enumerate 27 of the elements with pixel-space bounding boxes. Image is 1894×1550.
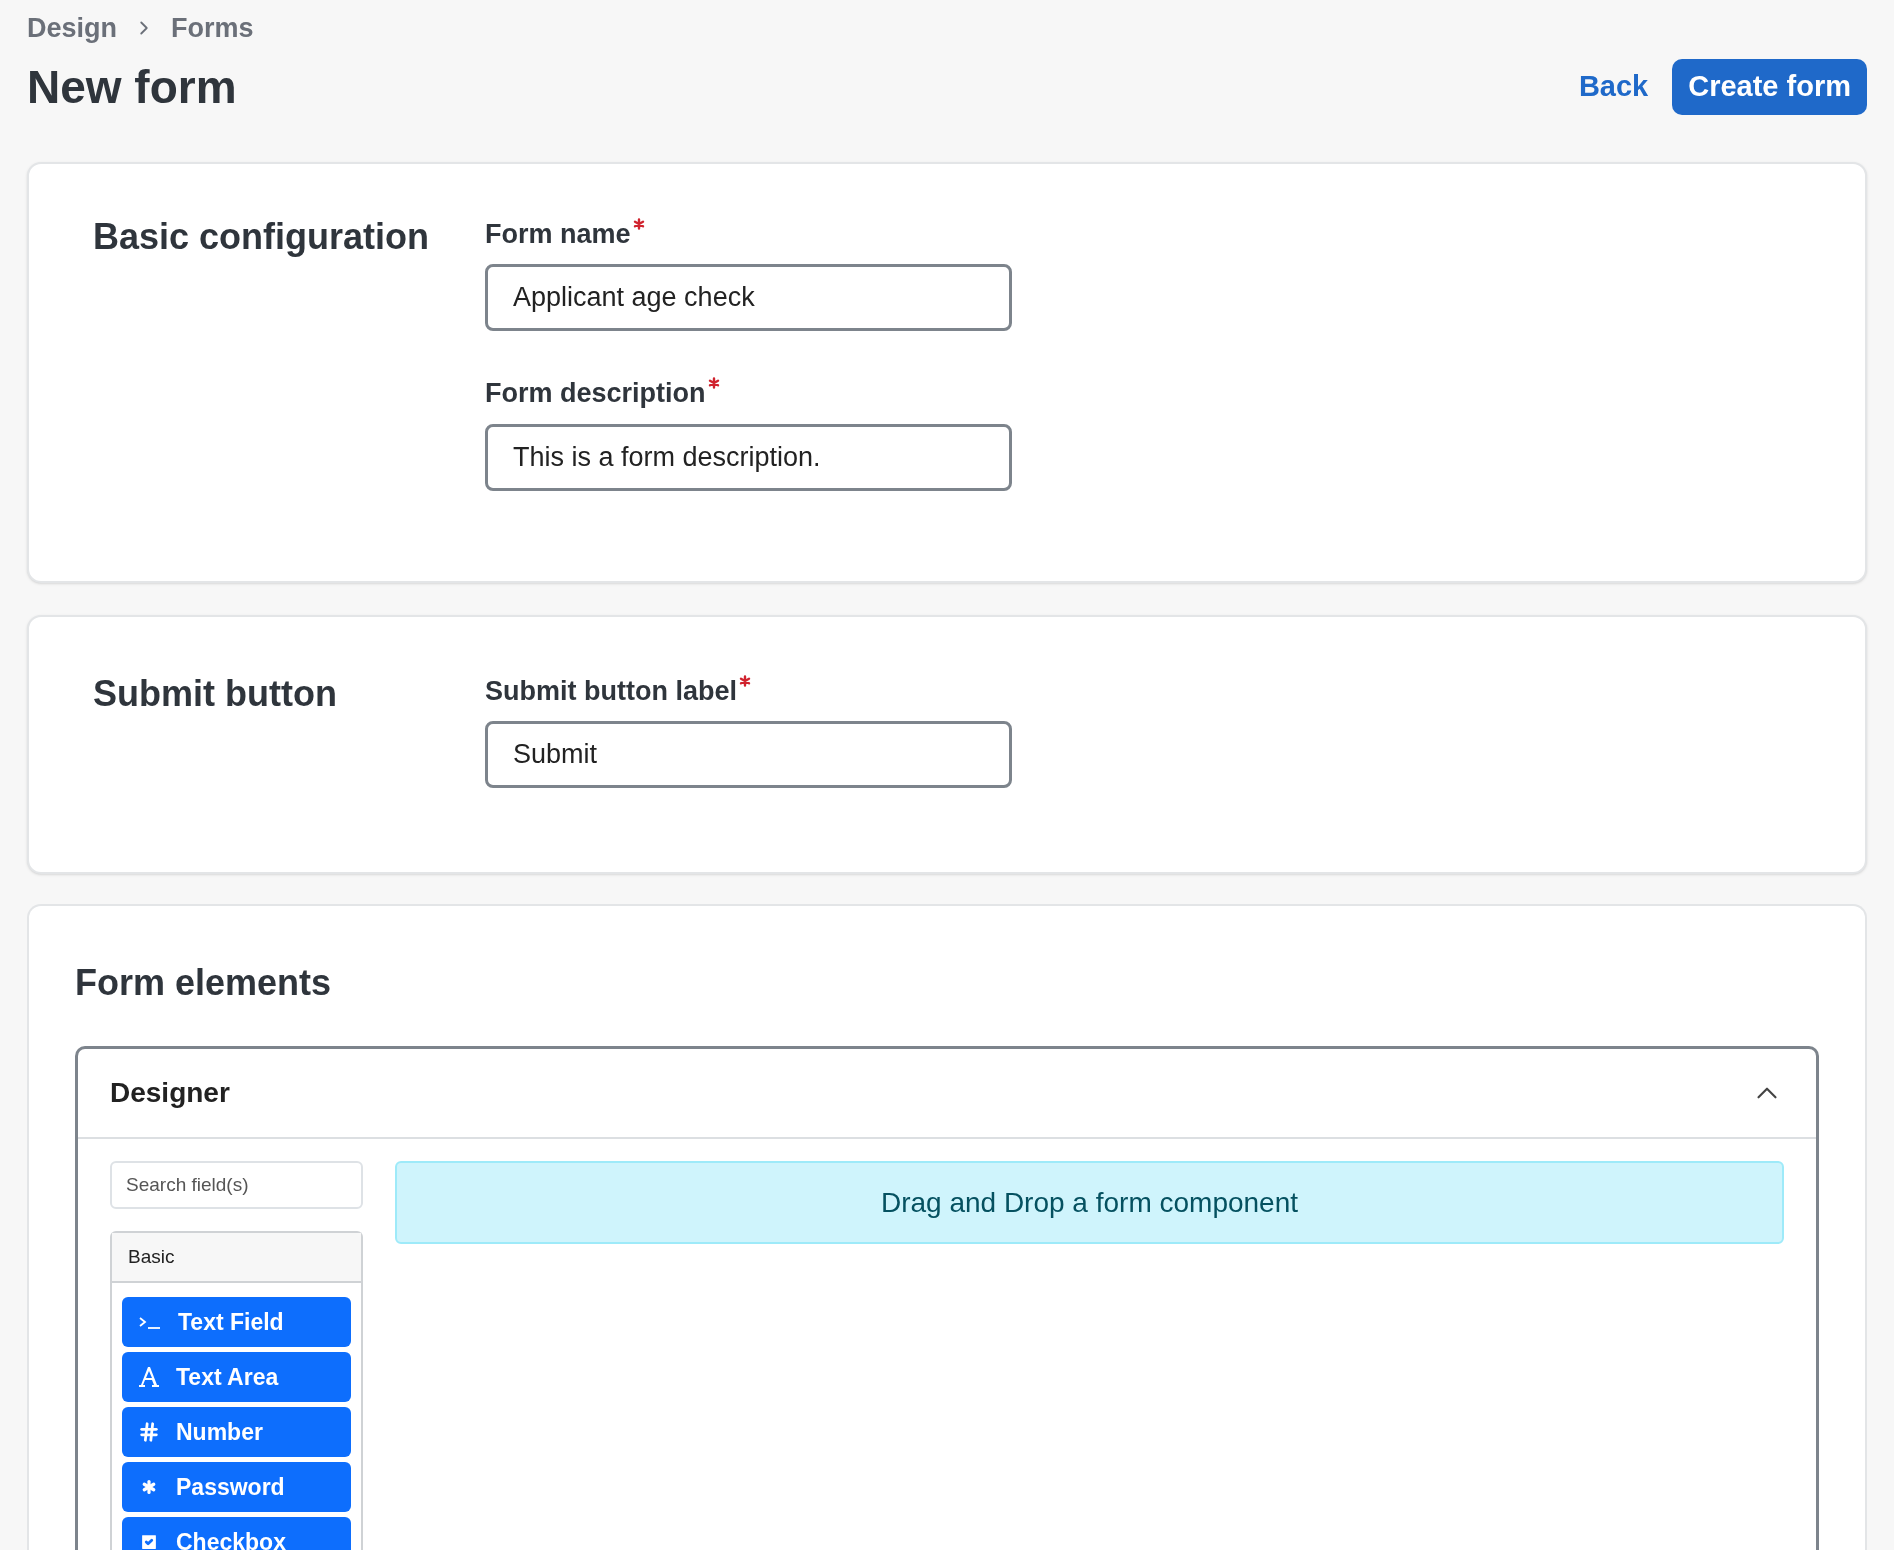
section-heading: Basic configuration: [93, 214, 431, 259]
component-button[interactable]: Text Area: [122, 1352, 351, 1402]
breadcrumb-link[interactable]: Forms: [171, 8, 254, 49]
text-input[interactable]: Submit: [485, 721, 1012, 788]
section-heading: Form elements: [75, 961, 333, 1005]
designer-title: Designer: [110, 1076, 230, 1110]
drop-zone[interactable]: Drag and Drop a form component: [395, 1161, 1784, 1244]
hash-icon: [138, 1421, 160, 1443]
text-input[interactable]: Applicant age check: [485, 264, 1012, 331]
breadcrumb-link[interactable]: Design: [27, 8, 118, 49]
component-button[interactable]: Password: [122, 1462, 351, 1512]
page-title: New form: [27, 59, 237, 115]
field-label: Submit button label: [485, 674, 737, 708]
letter-a-icon: [138, 1366, 160, 1388]
designer-header[interactable]: Designer: [78, 1049, 1816, 1139]
create-form-button[interactable]: Create form: [1672, 59, 1867, 115]
text-input[interactable]: This is a form description.: [485, 423, 1012, 491]
component-button[interactable]: Checkbox: [122, 1517, 351, 1550]
field-label: Form name: [485, 217, 631, 251]
field-label: Form description: [485, 377, 706, 410]
component-button[interactable]: Number: [122, 1407, 351, 1457]
search-field[interactable]: Search field(s): [110, 1161, 363, 1209]
group-header[interactable]: Basic: [112, 1233, 361, 1283]
back-link[interactable]: Back: [1578, 65, 1649, 109]
terminal-prompt-icon: [138, 1314, 162, 1330]
component-button[interactable]: Text Field: [122, 1297, 351, 1347]
section-heading: Submit button: [93, 671, 338, 716]
